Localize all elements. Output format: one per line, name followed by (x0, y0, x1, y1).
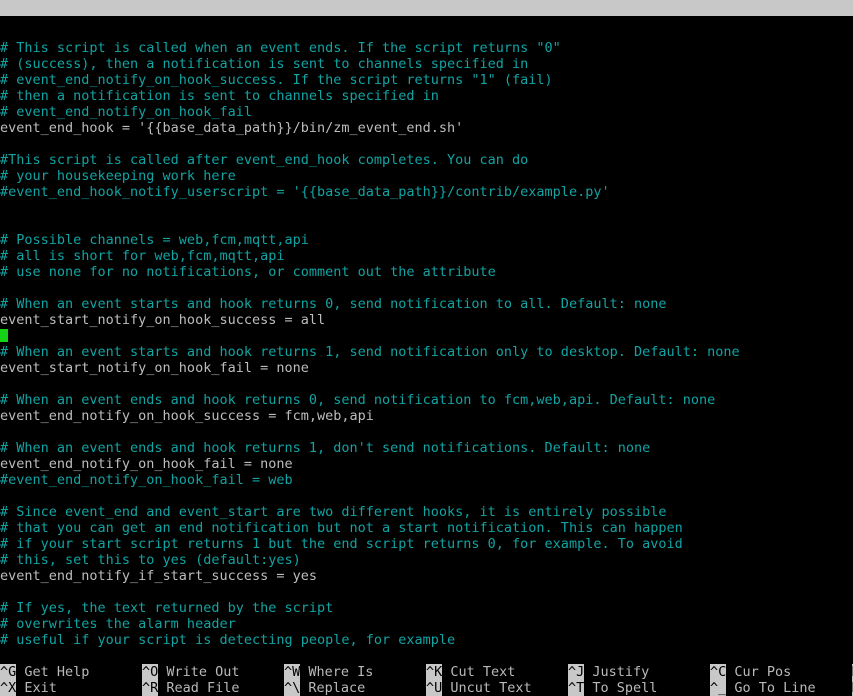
editor-line: # When an event starts and hook returns … (0, 296, 667, 312)
editor-line: # all is short for web,fcm,mqtt,api (0, 248, 285, 264)
shortcut-label: Where Is (300, 664, 374, 680)
shortcut-label: Write Out (158, 664, 240, 680)
nano-terminal-window: GNU nano 3.2 /etc/zm/zmeventnotification… (0, 0, 853, 696)
editor-line: # When an event ends and hook returns 1,… (0, 440, 651, 456)
shortcut-key: ^W (284, 664, 301, 680)
editor-line: # if your start script returns 1 but the… (0, 536, 683, 552)
shortcut-label: Go To Line (726, 680, 816, 696)
shortcut-row-1: ^G Get Help ^O Write Out ^W Where Is ^K Cut… (0, 664, 853, 680)
editor-line: # useful if your script is detecting peo… (0, 632, 456, 648)
shortcut-item[interactable]: ^O Write Out (142, 664, 284, 680)
shortcut-item[interactable]: ^_ Go To Line (710, 680, 852, 696)
shortcut-key: ^U (426, 680, 443, 696)
editor-line: # Since event_end and event_start are tw… (0, 504, 667, 520)
editor-line: event_start_notify_on_hook_success = all (0, 312, 326, 328)
shortcut-item[interactable]: ^X Exit (0, 680, 142, 696)
shortcut-key: ^X (0, 680, 17, 696)
shortcut-item[interactable]: ^\ Replace (284, 680, 426, 696)
shortcut-item[interactable]: ^C Cur Pos (710, 664, 852, 680)
shortcut-item[interactable]: ^T To Spell (568, 680, 710, 696)
shortcut-item[interactable]: ^U Uncut Text (426, 680, 568, 696)
editor-line: event_end_notify_on_hook_success = fcm,w… (0, 408, 374, 424)
shortcut-key: ^G (0, 664, 17, 680)
editor-line: # When an event starts and hook returns … (0, 344, 740, 360)
editor-line: # Possible channels = web,fcm,mqtt,api (0, 232, 309, 248)
editor-line: # event_end_notify_on_hook_success. If t… (0, 72, 553, 88)
shortcut-item[interactable]: ^G Get Help (0, 664, 142, 680)
text-cursor (0, 329, 8, 342)
shortcut-label: Uncut Text (442, 680, 532, 696)
shortcut-label: To Spell (584, 680, 658, 696)
editor-line: #This script is called after event_end_h… (0, 152, 529, 168)
editor-line: # When an event ends and hook returns 0,… (0, 392, 716, 408)
editor-line: # event_end_notify_on_hook_fail (0, 104, 252, 120)
editor-line: # this, set this to yes (default:yes) (0, 552, 301, 568)
shortcut-item[interactable]: ^W Where Is (284, 664, 426, 680)
editor-line: # use none for no notifications, or comm… (0, 264, 496, 280)
nano-editor-area[interactable]: # This script is called when an event en… (0, 40, 853, 660)
editor-line: # that you can get an end notification b… (0, 520, 683, 536)
editor-line: event_end_notify_if_start_success = yes (0, 568, 317, 584)
shortcut-label: Exit (16, 680, 57, 696)
shortcut-row-2: ^X Exit ^R Read File ^\ Replace ^U Uncut Te… (0, 680, 853, 696)
shortcut-key: ^K (426, 664, 443, 680)
shortcut-key: ^O (142, 664, 159, 680)
shortcut-key: ^R (142, 680, 159, 696)
shortcut-label: Cur Pos (726, 664, 792, 680)
editor-line: # This script is called when an event en… (0, 40, 561, 56)
editor-line: # (success), then a notification is sent… (0, 56, 529, 72)
editor-line: # If yes, the text returned by the scrip… (0, 600, 334, 616)
shortcut-item[interactable]: ^K Cut Text (426, 664, 568, 680)
nano-title-bar: GNU nano 3.2 /etc/zm/zmeventnotification… (0, 0, 853, 16)
editor-line: #event_end_hook_notify_userscript = '{{b… (0, 184, 610, 200)
editor-line: event_end_hook = '{{base_data_path}}/bin… (0, 120, 464, 136)
editor-line: #event_end_notify_on_hook_fail = web (0, 472, 293, 488)
shortcut-label: Read File (158, 680, 240, 696)
shortcut-key: ^_ (710, 680, 727, 696)
shortcut-label: Cut Text (442, 664, 516, 680)
editor-line: event_end_notify_on_hook_fail = none (0, 456, 293, 472)
shortcut-key: ^T (568, 680, 585, 696)
shortcut-item[interactable]: ^J Justify (568, 664, 710, 680)
editor-line: # overwrites the alarm header (0, 616, 236, 632)
shortcut-key: ^C (710, 664, 727, 680)
shortcut-key: ^J (568, 664, 585, 680)
nano-shortcut-bar: ^G Get Help ^O Write Out ^W Where Is ^K Cut… (0, 664, 853, 696)
editor-line: # then a notification is sent to channel… (0, 88, 439, 104)
shortcut-label: Replace (300, 680, 366, 696)
editor-line: # your housekeeping work here (0, 168, 236, 184)
shortcut-item[interactable]: ^R Read File (142, 680, 284, 696)
shortcut-key: ^\ (284, 680, 301, 696)
editor-line: event_start_notify_on_hook_fail = none (0, 360, 309, 376)
shortcut-label: Justify (584, 664, 650, 680)
shortcut-label: Get Help (16, 664, 90, 680)
editor-line-cursor (0, 328, 853, 344)
